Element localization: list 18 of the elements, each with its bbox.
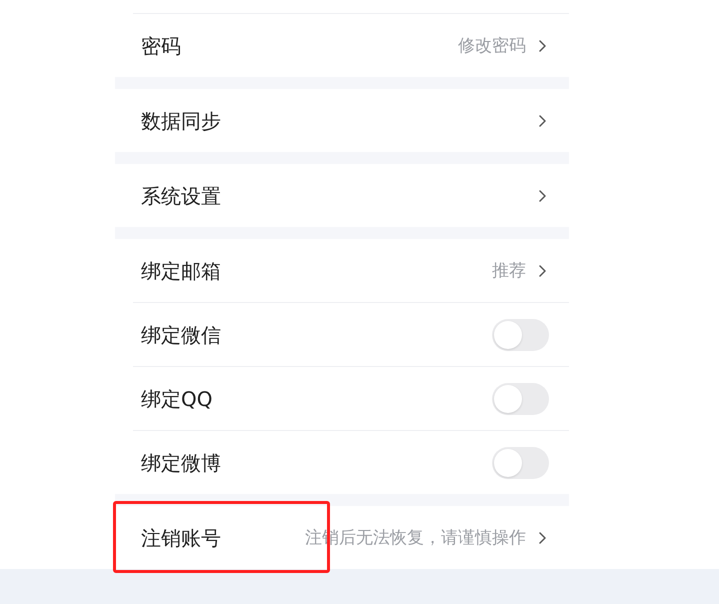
toggle-switch[interactable] (492, 382, 549, 414)
setting-label: 绑定邮箱 (141, 258, 221, 282)
chevron-right-icon (539, 532, 546, 544)
toggle-switch[interactable] (492, 318, 549, 350)
setting-label: 注销账号 (141, 526, 221, 550)
setting-label: 系统设置 (141, 184, 221, 208)
setting-label: 绑定微信 (141, 322, 221, 346)
setting-label: 数据同步 (141, 108, 221, 132)
setting-label: 绑定微博 (141, 450, 221, 474)
toggle-switch[interactable] (492, 446, 549, 478)
chevron-right-icon (539, 40, 546, 52)
setting-hint: 推荐 (492, 260, 526, 282)
chevron-right-icon (539, 190, 546, 202)
setting-hint: 修改密码 (458, 34, 526, 56)
setting-label: 绑定QQ (141, 386, 212, 410)
setting-label: 密码 (141, 34, 181, 58)
chevron-right-icon (539, 264, 546, 276)
chevron-right-icon (539, 114, 546, 126)
